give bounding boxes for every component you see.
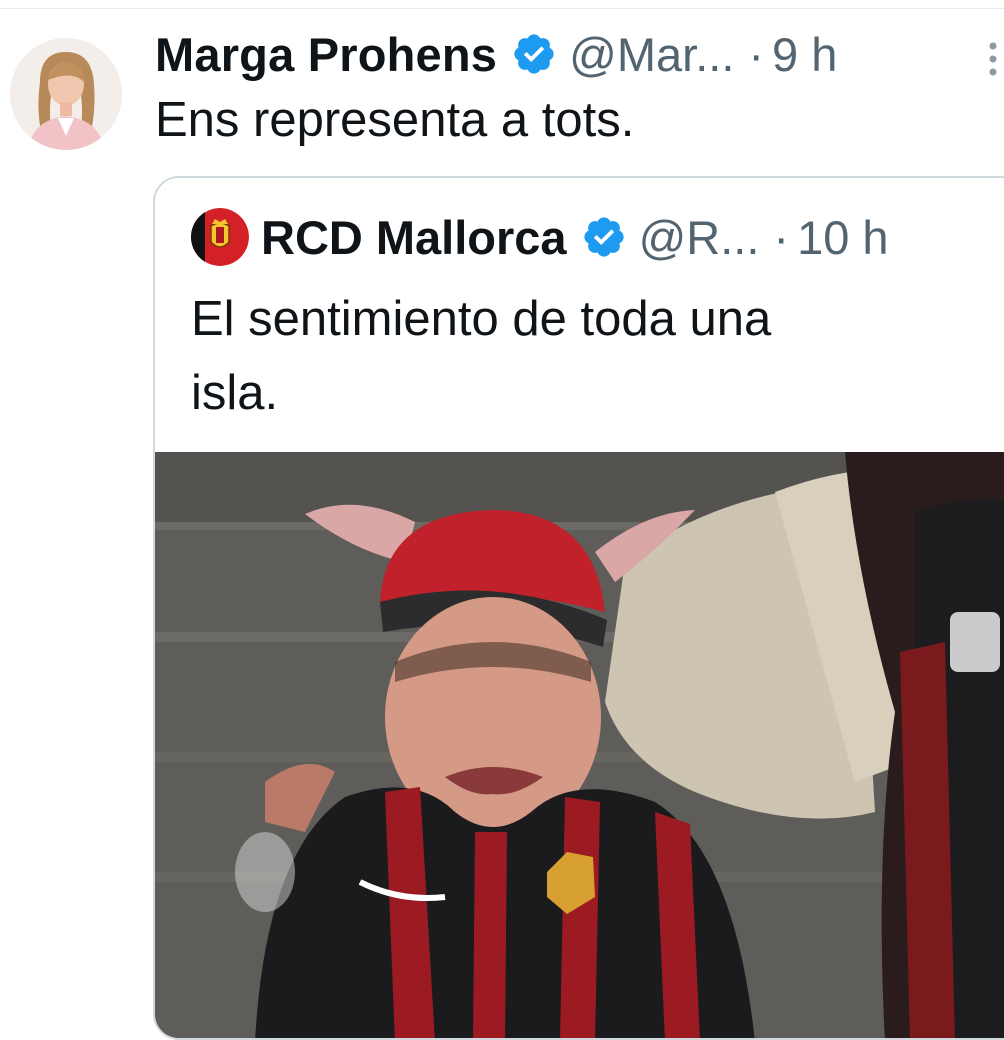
person-avatar-icon <box>10 38 122 150</box>
video-frame-image <box>155 452 1004 1038</box>
author-handle[interactable]: @Mar... <box>569 27 734 82</box>
quoted-meta-separator: · <box>773 210 790 264</box>
tweet-header: Marga Prohens @Mar... · 9 h <box>155 22 837 86</box>
verified-badge-icon <box>581 214 627 265</box>
meta-separator: · <box>748 27 765 81</box>
quoted-text-line-2: isla. <box>191 366 279 420</box>
author-avatar[interactable] <box>10 38 122 150</box>
quoted-tweet-timestamp[interactable]: 10 h <box>797 210 888 265</box>
quoted-author-handle[interactable]: @R... <box>639 210 760 265</box>
quoted-tweet-text: El sentimiento de toda una isla. <box>191 282 951 430</box>
quoted-author-name[interactable]: RCD Mallorca <box>261 210 567 265</box>
top-divider <box>0 0 1004 9</box>
quoted-tweet-card[interactable]: RCD Mallorca @R... · 10 h El sentimiento… <box>153 176 1004 1040</box>
quoted-tweet-header: RCD Mallorca @R... · 10 h <box>261 204 889 270</box>
media-preview[interactable] <box>155 452 1004 1038</box>
tweet-text: Ens representa a tots. <box>155 93 635 147</box>
author-name[interactable]: Marga Prohens <box>155 27 497 82</box>
quoted-text-line-1: El sentimiento de toda una <box>191 292 772 346</box>
more-options-icon[interactable] <box>985 40 1001 85</box>
verified-badge-icon <box>511 31 557 82</box>
tweet-timestamp[interactable]: 9 h <box>772 27 837 82</box>
club-crest-icon <box>191 208 249 266</box>
